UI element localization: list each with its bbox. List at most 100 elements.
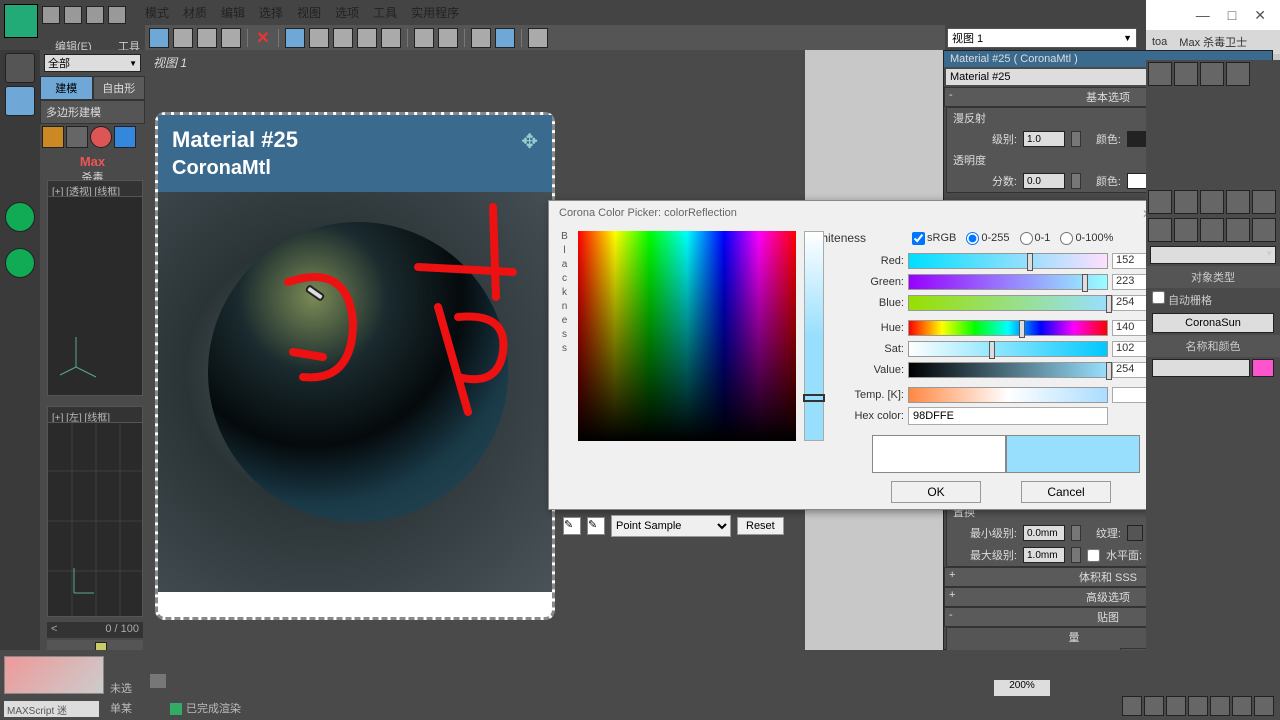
app-logo[interactable] [4, 4, 38, 38]
hue-slider[interactable] [908, 320, 1108, 336]
hamburger-icon[interactable] [5, 53, 35, 83]
orbit-icon[interactable] [1232, 696, 1252, 716]
old-color-preview[interactable] [872, 435, 1006, 473]
range-percent-radio[interactable]: 0-100% [1060, 232, 1113, 245]
teapot-icon[interactable] [1148, 62, 1172, 86]
delete-icon[interactable]: ✕ [254, 28, 272, 48]
light-icon[interactable] [309, 28, 329, 48]
circle-icon[interactable] [90, 126, 112, 148]
viewport-left[interactable] [47, 422, 143, 617]
menu-edit[interactable]: 编辑 [221, 4, 245, 24]
tab-modeling[interactable]: 建模 [40, 76, 93, 100]
sphere-icon[interactable] [66, 126, 88, 148]
geometry-icon[interactable] [1148, 218, 1172, 242]
pot-icon[interactable] [1200, 62, 1224, 86]
fraction-spinner[interactable] [1071, 173, 1081, 189]
binoculars-icon[interactable] [150, 674, 166, 688]
blue-slider[interactable] [908, 295, 1108, 311]
menu-select[interactable]: 选择 [259, 4, 283, 24]
menu-options[interactable]: 选项 [335, 4, 359, 24]
timeline-left-arrow[interactable]: < [51, 623, 57, 635]
render-icon[interactable] [528, 28, 548, 48]
kettle-icon[interactable] [1174, 62, 1198, 86]
helpers-icon[interactable] [1252, 218, 1276, 242]
hue-saturation-field[interactable] [578, 231, 796, 441]
frame-icon[interactable] [381, 28, 401, 48]
layer-icon[interactable] [471, 28, 491, 48]
play-icon[interactable] [1122, 696, 1142, 716]
menu-mode[interactable]: 模式 [145, 4, 169, 24]
distribute-icon[interactable] [438, 28, 458, 48]
red-slider[interactable] [908, 253, 1108, 269]
minimize-icon[interactable]: — [1196, 7, 1210, 23]
eyedropper-avg-icon[interactable]: ✎ [587, 517, 605, 535]
shapes-icon[interactable] [1174, 218, 1198, 242]
collapse-icon[interactable]: - [949, 89, 953, 101]
close-icon[interactable]: ✕ [1254, 7, 1266, 24]
menu-tools[interactable]: 工具 [373, 4, 397, 24]
expand-icon[interactable]: + [949, 589, 955, 601]
collapse-icon[interactable]: - [949, 609, 953, 621]
render-thumbnail[interactable] [4, 656, 104, 694]
green-slider[interactable] [908, 274, 1108, 290]
max-level-input[interactable]: 1.0mm [1023, 547, 1065, 563]
lights-icon[interactable] [1200, 218, 1224, 242]
create-tab-icon[interactable] [1148, 190, 1172, 214]
pattern-icon[interactable] [357, 28, 377, 48]
temp-slider[interactable] [908, 387, 1108, 403]
key-icon[interactable] [1144, 696, 1164, 716]
modify-tab-icon[interactable] [1174, 190, 1198, 214]
water-plane-checkbox[interactable] [1087, 549, 1100, 562]
range-0-1-radio[interactable]: 0-1 [1020, 232, 1051, 245]
antivirus-icon[interactable] [5, 248, 35, 278]
maximize-icon[interactable]: □ [1228, 7, 1236, 23]
sat-slider[interactable] [908, 341, 1108, 357]
menu-material[interactable]: 材质 [183, 4, 207, 24]
grid-icon[interactable] [285, 28, 305, 48]
max-spinner[interactable] [1071, 547, 1081, 563]
new-color-preview[interactable] [1006, 435, 1140, 473]
cup-icon[interactable] [1226, 62, 1250, 86]
view-icon[interactable] [495, 28, 515, 48]
object-name-input[interactable] [1152, 359, 1250, 377]
zoom-icon[interactable] [1210, 696, 1230, 716]
undo-icon[interactable] [108, 6, 126, 24]
rotate-icon[interactable] [221, 28, 241, 48]
new-icon[interactable] [42, 6, 60, 24]
tab-freeform[interactable]: 自由形 [93, 76, 146, 100]
whiteness-slider[interactable] [804, 231, 824, 441]
menu-view[interactable]: 视图 [297, 4, 321, 24]
ok-button[interactable]: OK [891, 481, 981, 503]
zoom-value[interactable]: 200% [994, 680, 1050, 696]
menu-utilities[interactable]: 实用程序 [411, 4, 459, 24]
move-icon[interactable] [197, 28, 217, 48]
shield-icon[interactable] [5, 202, 35, 232]
motion-tab-icon[interactable] [1226, 190, 1250, 214]
save-icon[interactable] [86, 6, 104, 24]
object-color-swatch[interactable] [1252, 359, 1274, 377]
pan-icon[interactable] [1188, 696, 1208, 716]
sample-mode-dropdown[interactable]: Point Sample [611, 515, 731, 537]
move-handle-icon[interactable]: ✥ [521, 129, 538, 154]
value-slider[interactable] [908, 362, 1108, 378]
reset-button[interactable]: Reset [737, 517, 784, 535]
expand-icon[interactable]: + [949, 569, 955, 581]
category-dropdown[interactable]: ▼ [1150, 246, 1276, 264]
cursor-icon[interactable] [5, 86, 35, 116]
range-0-255-radio[interactable]: 0-255 [966, 232, 1009, 245]
whiteness-marker[interactable] [803, 394, 825, 402]
brush-icon[interactable] [173, 28, 193, 48]
hierarchy-tab-icon[interactable] [1200, 190, 1224, 214]
max-toggle-icon[interactable] [1254, 696, 1274, 716]
fraction-input[interactable]: 0.0 [1023, 173, 1065, 189]
cancel-button[interactable]: Cancel [1021, 481, 1111, 503]
align-icon[interactable] [414, 28, 434, 48]
eyedropper-icon[interactable]: ✎ [563, 517, 581, 535]
filter-dropdown[interactable]: 全部 ▼ [44, 54, 141, 72]
level-spinner[interactable] [1071, 131, 1081, 147]
srgb-checkbox[interactable]: sRGB [912, 232, 956, 245]
view-dropdown[interactable]: 视图 1 ▼ [947, 28, 1137, 48]
box-icon[interactable] [42, 126, 64, 148]
drop-icon[interactable] [114, 126, 136, 148]
material-preview-window[interactable]: Material #25 CoronaMtl ✥ [155, 112, 555, 620]
